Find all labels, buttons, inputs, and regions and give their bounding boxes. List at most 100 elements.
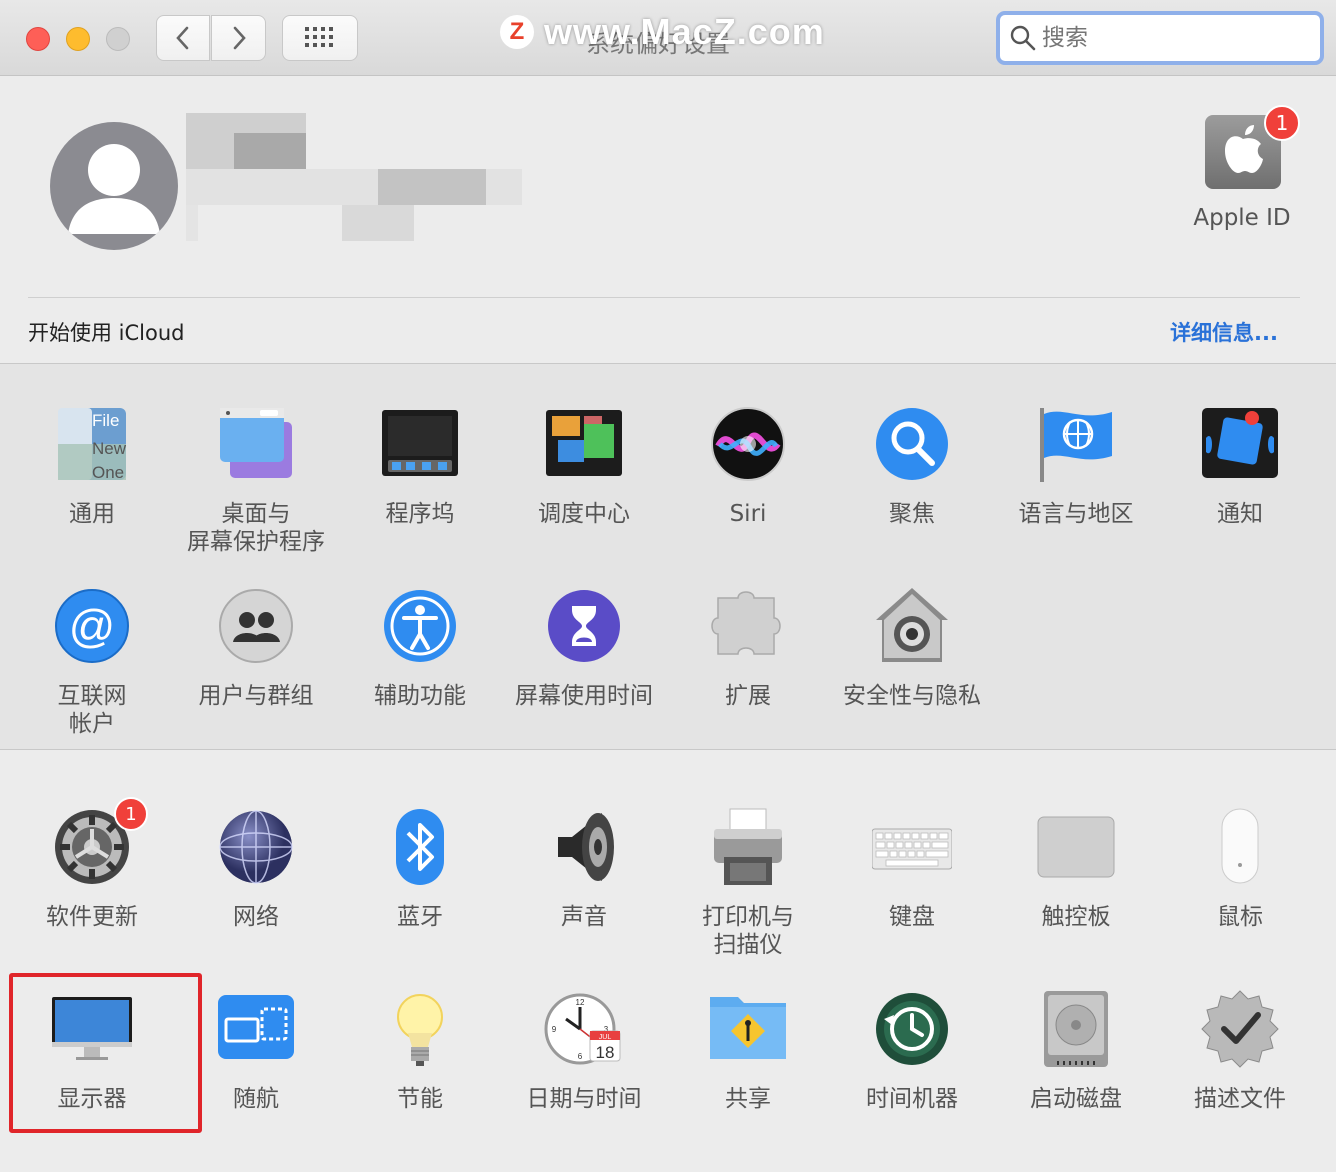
pref-pane-extensions[interactable]: 扩展 [666, 586, 830, 710]
energy-saver-icon [380, 989, 460, 1069]
pref-pane-label: 辅助功能 [374, 683, 466, 709]
search-icon [1010, 25, 1036, 51]
pref-pane-label: 网络 [233, 904, 279, 930]
screen-time-icon [544, 586, 624, 666]
pref-pane-label: 声音 [561, 904, 607, 930]
profiles-icon [1200, 989, 1280, 1069]
pref-pane-dock[interactable]: 程序坞 [338, 404, 502, 528]
svg-text:File: File [92, 411, 119, 430]
show-all-button[interactable] [282, 15, 358, 61]
pref-pane-trackpad[interactable]: 触控板 [994, 807, 1158, 931]
pref-pane-printers[interactable]: 打印机与 扫描仪 [666, 807, 830, 959]
mouse-icon [1200, 807, 1280, 887]
pref-pane-sharing[interactable]: 共享 [666, 989, 830, 1113]
pref-pane-network[interactable]: 网络 [174, 807, 338, 931]
pref-pane-profiles[interactable]: 描述文件 [1158, 989, 1322, 1113]
minimize-window-button[interactable] [66, 27, 90, 51]
security-privacy-icon [872, 586, 952, 666]
chevron-left-icon [176, 26, 189, 50]
person-icon [68, 144, 160, 234]
general-icon: File New One [52, 404, 132, 484]
pref-pane-notifications[interactable]: 通知 [1158, 404, 1322, 528]
titlebar: 系统偏好设置 Z www.MacZ.com [0, 0, 1336, 76]
pref-pane-security[interactable]: 安全性与隐私 [830, 586, 994, 710]
update-badge: 1 [114, 797, 148, 831]
pref-pane-label: 屏幕使用时间 [515, 683, 653, 709]
printers-scanners-icon [708, 807, 788, 887]
watermark: Z www.MacZ.com [500, 10, 825, 54]
svg-text:6: 6 [578, 1052, 583, 1061]
pref-pane-label: 通知 [1217, 501, 1263, 527]
close-window-button[interactable] [26, 27, 50, 51]
pref-pane-startup[interactable]: 启动磁盘 [994, 989, 1158, 1113]
pref-pane-label: 通用 [69, 501, 115, 527]
zoom-window-button[interactable] [106, 27, 130, 51]
pref-pane-label: Siri [729, 501, 767, 527]
pref-pane-label: 互联网 帐户 [57, 683, 127, 737]
pref-pane-screentime[interactable]: 屏幕使用时间 [502, 586, 666, 710]
internet-accounts-icon: @ [52, 586, 132, 666]
pref-pane-accessibility[interactable]: 辅助功能 [338, 586, 502, 710]
pref-pane-timemachine[interactable]: 时间机器 [830, 989, 994, 1113]
sidecar-icon [216, 989, 296, 1069]
pref-pane-label: 扩展 [725, 683, 771, 709]
divider [28, 297, 1300, 298]
pref-pane-label: 时间机器 [866, 1086, 958, 1112]
pref-pane-label: 共享 [725, 1086, 771, 1112]
svg-text:@: @ [69, 600, 116, 652]
keyboard-icon [871, 807, 953, 887]
date-time-icon: 12 3 6 9 JUL 18 [544, 989, 624, 1069]
pref-pane-mouse[interactable]: 鼠标 [1158, 807, 1322, 931]
pref-pane-general[interactable]: File New One 通用 [10, 404, 174, 528]
apple-id-badge: 1 [1264, 105, 1300, 141]
pref-pane-label: 蓝牙 [397, 904, 443, 930]
sound-icon [544, 807, 624, 887]
search-field[interactable] [996, 11, 1324, 65]
notifications-icon [1200, 404, 1280, 484]
back-button[interactable] [156, 15, 210, 61]
pref-pane-label: 用户与群组 [198, 683, 314, 709]
pref-pane-datetime[interactable]: 12 3 6 9 JUL 18 日期与时间 [502, 989, 666, 1113]
pref-pane-label: 语言与地区 [1018, 501, 1134, 527]
pref-pane-language[interactable]: 语言与地区 [994, 404, 1158, 528]
pref-pane-internet[interactable]: @ 互联网 帐户 [10, 586, 174, 738]
network-icon [216, 807, 296, 887]
pref-pane-update[interactable]: 1 软件更新 [10, 797, 174, 931]
preferences-section-1: File New One 通用 桌面与 屏幕保护程序 程序坞 调度中心 Siri 聚焦 语言与地区… [0, 363, 1336, 749]
svg-text:One: One [92, 463, 124, 482]
users-groups-icon [216, 586, 296, 666]
pref-pane-label: 触控板 [1041, 904, 1111, 930]
pref-pane-mission[interactable]: 调度中心 [502, 404, 666, 528]
svg-text:18: 18 [596, 1043, 615, 1062]
pref-pane-keyboard[interactable]: 键盘 [830, 807, 994, 931]
svg-text:JUL: JUL [599, 1034, 612, 1041]
icloud-prompt: 开始使用 iCloud [28, 321, 185, 345]
pref-pane-desktop[interactable]: 桌面与 屏幕保护程序 [174, 404, 338, 556]
startup-disk-icon [1036, 989, 1116, 1069]
pref-pane-label: 描述文件 [1194, 1086, 1286, 1112]
pref-pane-label: 键盘 [889, 904, 935, 930]
pref-pane-spotlight[interactable]: 聚焦 [830, 404, 994, 528]
user-avatar[interactable] [50, 122, 178, 250]
svg-text:New: New [92, 439, 127, 458]
trackpad-icon [1036, 807, 1116, 887]
accessibility-icon [380, 586, 460, 666]
search-input[interactable] [1042, 25, 1302, 51]
forward-button[interactable] [211, 15, 266, 61]
pref-pane-siri[interactable]: Siri [666, 404, 830, 528]
pref-pane-users[interactable]: 用户与群组 [174, 586, 338, 710]
bluetooth-icon [380, 807, 460, 887]
pref-pane-label: 程序坞 [385, 501, 455, 527]
pref-pane-label: 打印机与 扫描仪 [702, 904, 794, 958]
svg-text:9: 9 [552, 1025, 557, 1034]
pref-pane-bluetooth[interactable]: 蓝牙 [338, 807, 502, 931]
chevron-right-icon [233, 26, 246, 50]
pref-pane-sound[interactable]: 声音 [502, 807, 666, 931]
extensions-icon [708, 586, 788, 666]
apple-id-label[interactable]: Apple ID [1160, 205, 1324, 231]
pref-pane-label: 鼠标 [1217, 904, 1263, 930]
details-link[interactable]: 详细信息... [1170, 317, 1278, 347]
account-header: 1 Apple ID 开始使用 iCloud 详细信息... [0, 77, 1336, 363]
pref-pane-energy[interactable]: 节能 [338, 989, 502, 1113]
desktop-screensaver-icon [216, 404, 296, 484]
